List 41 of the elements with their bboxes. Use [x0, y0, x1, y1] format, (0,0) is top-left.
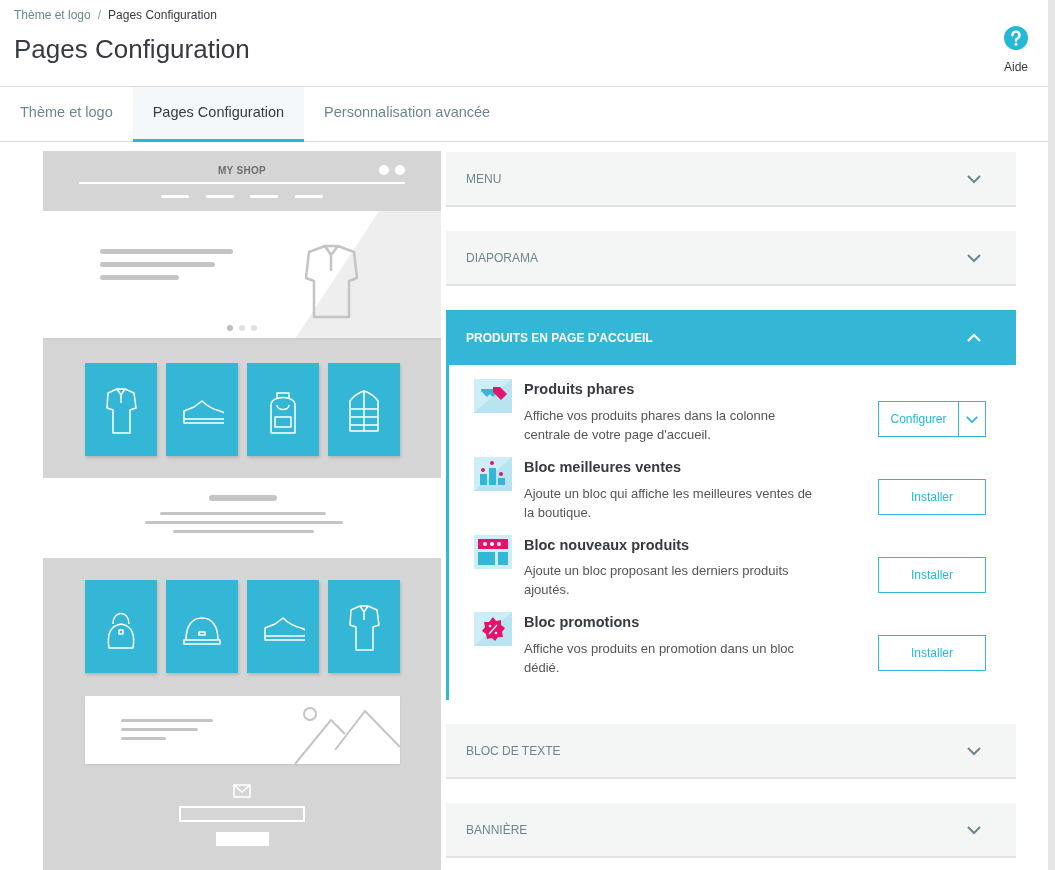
- chevron-down-icon: [966, 252, 982, 263]
- chevron-down-icon: [966, 824, 982, 835]
- chevron-down-icon: [966, 745, 982, 756]
- envelope-icon: [233, 784, 251, 798]
- section-header[interactable]: BANNIÈRE: [446, 803, 1016, 858]
- shop-name: MY SHOP: [217, 164, 266, 178]
- dropdown-toggle-button[interactable]: [959, 401, 986, 438]
- module-description: Affiche vos produits en promotion dans un bloc dédié.: [524, 640, 796, 677]
- price-tags-icon: [474, 379, 512, 413]
- podium-icon: [474, 456, 512, 491]
- section-header[interactable]: BLOC DE TEXTE: [446, 724, 1016, 779]
- module-description: Ajoute un bloc proposant les derniers produits ajoutés.: [524, 562, 790, 600]
- configure-button[interactable]: Configurer: [878, 401, 959, 438]
- module-name: Produits phares: [524, 380, 636, 399]
- module-name: Bloc nouveaux produits: [524, 535, 691, 555]
- chevron-down-icon: [966, 173, 982, 184]
- install-button[interactable]: Installer: [878, 556, 986, 593]
- module-description: Ajoute un bloc qui affiche les meilleures ventes de la boutique.: [524, 484, 814, 522]
- tab[interactable]: Pages Configuration: [132, 87, 305, 142]
- breadcrumb-separator: /: [97, 7, 102, 24]
- module-description: Affiche vos produits phares dans la colonne centrale de votre page d'accueil.: [524, 406, 777, 444]
- breadcrumb-link[interactable]: Thème et logo: [14, 6, 91, 24]
- product-grid-icon: [474, 534, 512, 569]
- newsletter-button-drawing: [215, 832, 269, 846]
- install-button[interactable]: Installer: [878, 479, 986, 516]
- help-button[interactable]: Aide: [1003, 26, 1028, 86]
- install-button[interactable]: Installer: [878, 634, 986, 671]
- discount-badge-icon: [474, 612, 512, 647]
- section-header[interactable]: DIAPORAMA: [446, 231, 1016, 286]
- module-name: Bloc promotions: [524, 613, 641, 633]
- breadcrumb-current: Pages Configuration: [108, 7, 217, 24]
- tab[interactable]: Thème et logo: [0, 87, 133, 142]
- module-name: Bloc meilleures ventes: [524, 457, 683, 477]
- tab[interactable]: Personnalisation avancée: [304, 87, 511, 142]
- section-header[interactable]: MENU: [446, 152, 1016, 207]
- help-icon: [1004, 26, 1028, 50]
- page-title: Pages Configuration: [14, 34, 250, 66]
- chevron-up-icon: [966, 332, 982, 343]
- window-dots-drawing: [378, 164, 406, 176]
- chevron-down-icon: [965, 414, 979, 424]
- section-header[interactable]: PRODUITS EN PAGE D'ACCUEIL: [446, 310, 1016, 365]
